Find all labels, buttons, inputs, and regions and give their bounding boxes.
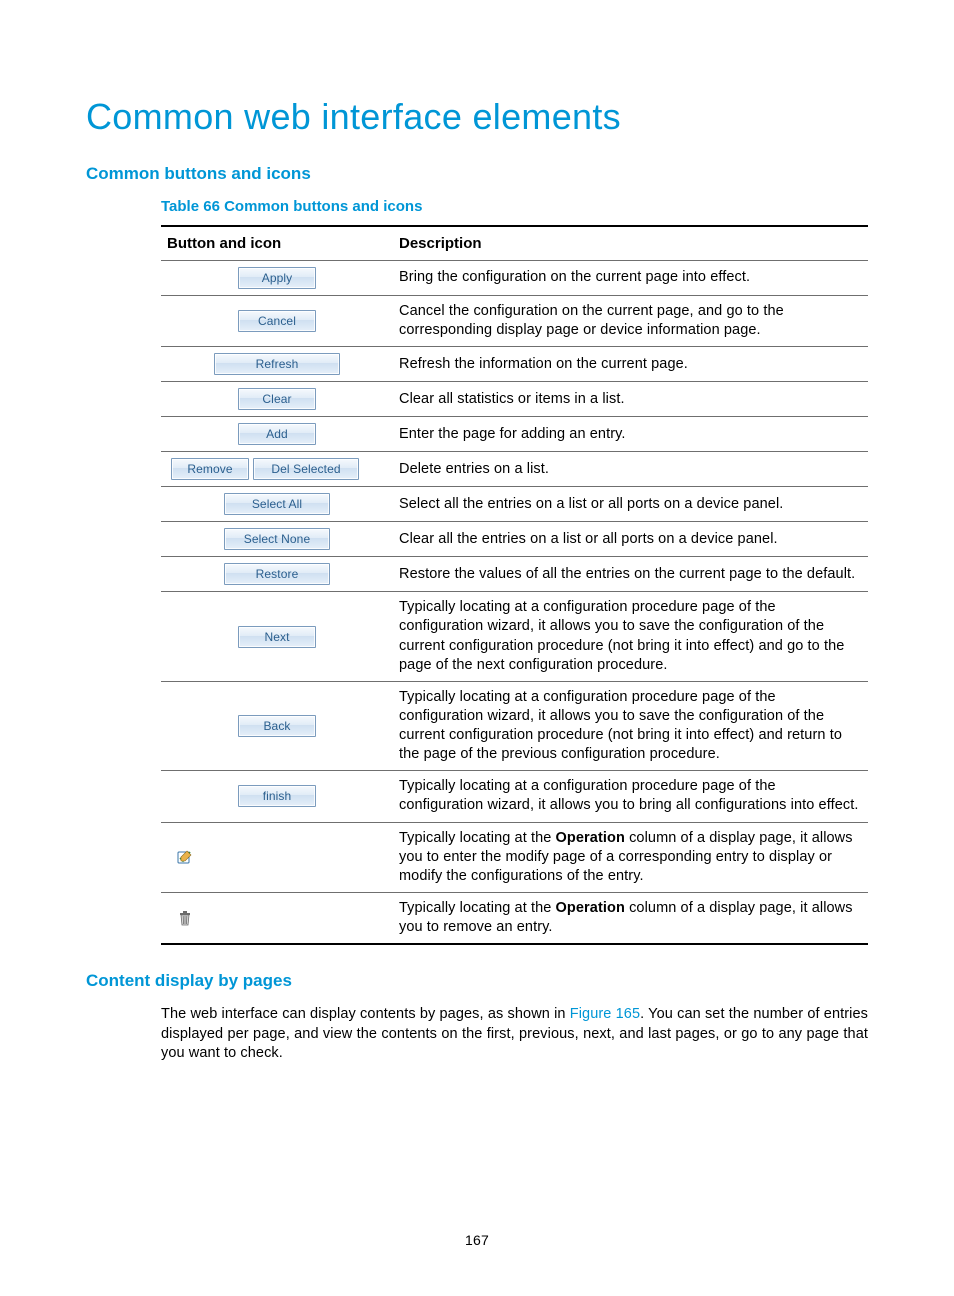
table-row: Select All Select all the entries on a l… [161, 487, 868, 522]
table-row: Apply Bring the configuration on the cur… [161, 261, 868, 296]
table-row: Refresh Refresh the information on the c… [161, 347, 868, 382]
clear-button[interactable]: Clear [238, 388, 316, 410]
desc-select-none: Clear all the entries on a list or all p… [393, 522, 868, 557]
desc-refresh: Refresh the information on the current p… [393, 347, 868, 382]
del-selected-button[interactable]: Del Selected [253, 458, 359, 480]
table-caption: Table 66 Common buttons and icons [161, 198, 868, 215]
desc-cancel: Cancel the configuration on the current … [393, 296, 868, 347]
desc-modify: Typically locating at the Operation colu… [393, 822, 868, 892]
apply-button[interactable]: Apply [238, 267, 316, 289]
table-header-button: Button and icon [161, 226, 393, 261]
next-button[interactable]: Next [238, 626, 316, 648]
add-button[interactable]: Add [238, 423, 316, 445]
trash-icon[interactable] [177, 910, 193, 926]
desc-select-all: Select all the entries on a list or all … [393, 487, 868, 522]
desc-remove: Delete entries on a list. [393, 452, 868, 487]
content-display-paragraph: The web interface can display contents b… [161, 1005, 868, 1064]
desc-back: Typically locating at a configuration pr… [393, 681, 868, 771]
table-row: Typically locating at the Operation colu… [161, 892, 868, 944]
desc-trash-bold: Operation [556, 900, 625, 916]
page-title: Common web interface elements [86, 96, 868, 138]
modify-icon[interactable] [177, 849, 193, 865]
refresh-button[interactable]: Refresh [214, 353, 340, 375]
desc-next: Typically locating at a configuration pr… [393, 592, 868, 682]
table-row: Back Typically locating at a configurati… [161, 681, 868, 771]
desc-modify-bold: Operation [556, 830, 625, 846]
select-none-button[interactable]: Select None [224, 528, 330, 550]
table-row: Next Typically locating at a configurati… [161, 592, 868, 682]
para-pre: The web interface can display contents b… [161, 1006, 570, 1022]
section-content-display-heading: Content display by pages [86, 971, 868, 991]
section-common-buttons-heading: Common buttons and icons [86, 164, 868, 184]
table-row: Cancel Cancel the configuration on the c… [161, 296, 868, 347]
finish-button[interactable]: finish [238, 785, 316, 807]
back-button[interactable]: Back [238, 715, 316, 737]
common-buttons-table: Button and icon Description Apply Bring … [161, 225, 868, 945]
cancel-button[interactable]: Cancel [238, 310, 316, 332]
desc-apply: Bring the configuration on the current p… [393, 261, 868, 296]
table-row: finish Typically locating at a configura… [161, 771, 868, 822]
desc-trash: Typically locating at the Operation colu… [393, 892, 868, 944]
desc-finish: Typically locating at a configuration pr… [393, 771, 868, 822]
table-row: Remove Del Selected Delete entries on a … [161, 452, 868, 487]
desc-clear: Clear all statistics or items in a list. [393, 382, 868, 417]
table-row: Add Enter the page for adding an entry. [161, 417, 868, 452]
restore-button[interactable]: Restore [224, 563, 330, 585]
table-row: Restore Restore the values of all the en… [161, 557, 868, 592]
desc-trash-pre: Typically locating at the [399, 900, 556, 916]
select-all-button[interactable]: Select All [224, 493, 330, 515]
table-row: Select None Clear all the entries on a l… [161, 522, 868, 557]
remove-button[interactable]: Remove [171, 458, 249, 480]
table-row: Clear Clear all statistics or items in a… [161, 382, 868, 417]
desc-add: Enter the page for adding an entry. [393, 417, 868, 452]
desc-restore: Restore the values of all the entries on… [393, 557, 868, 592]
figure-165-link[interactable]: Figure 165 [570, 1006, 640, 1022]
desc-modify-pre: Typically locating at the [399, 830, 556, 846]
table-row: Typically locating at the Operation colu… [161, 822, 868, 892]
page-number: 167 [0, 1232, 954, 1248]
table-header-description: Description [393, 226, 868, 261]
